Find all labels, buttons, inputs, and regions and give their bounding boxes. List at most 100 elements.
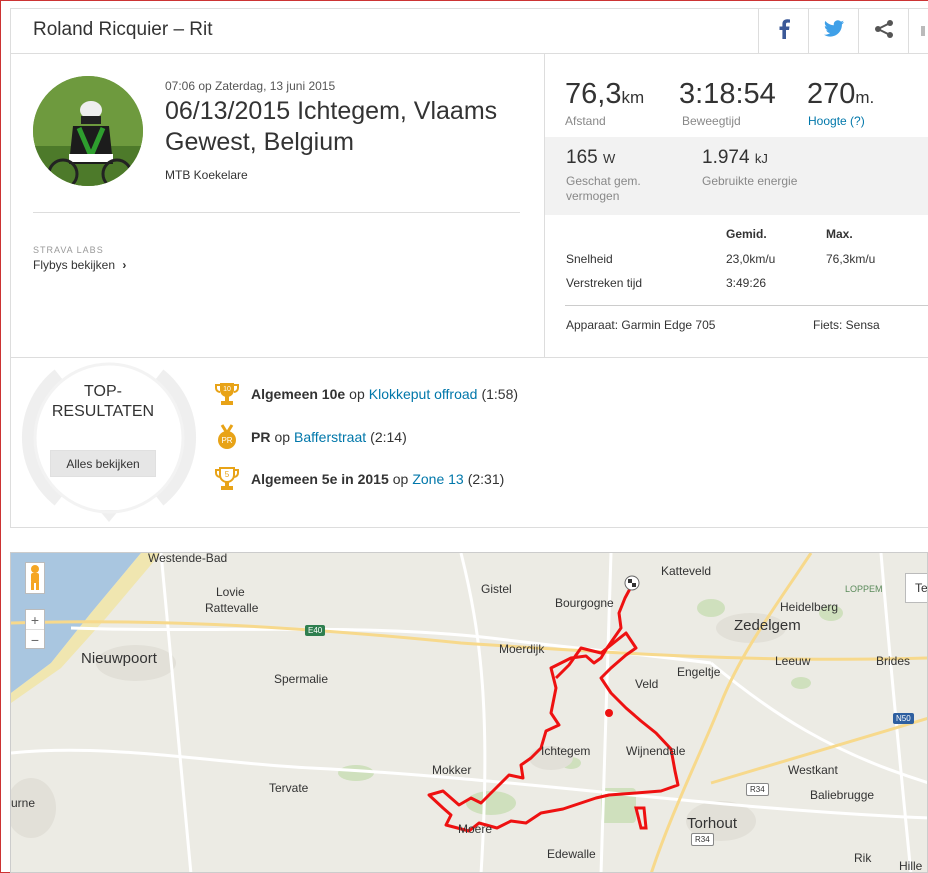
avatar[interactable] — [33, 76, 143, 186]
achievement-row: 10 Algemeen 10e op Klokkeput offroad (1:… — [214, 381, 518, 407]
elapsed-time-avg: 3:49:26 — [726, 276, 767, 290]
more-button[interactable] — [908, 9, 928, 53]
energy-number: 1.974 — [702, 147, 750, 168]
segment-link[interactable]: Bafferstraat — [294, 429, 366, 445]
share-icon — [874, 19, 894, 44]
segment-link[interactable]: Zone 13 — [412, 471, 463, 487]
elevation-help-link[interactable]: Hoogte (?) — [808, 114, 865, 128]
speed-avg: 23,0km/u — [726, 252, 776, 266]
map-place-label: Heidelberg — [780, 600, 839, 614]
more-icon — [920, 26, 925, 36]
map-place-label: Nieuwpoort — [81, 650, 157, 667]
road-sign: R34 — [746, 783, 769, 796]
map-place-label: Spermalie — [274, 672, 329, 686]
power-label: Geschat gem. vermogen — [566, 174, 641, 203]
map-place-label: Wijnendale — [626, 744, 686, 758]
device-info: Apparaat: Garmin Edge 705 — [566, 318, 716, 332]
elapsed-time-label: Verstreken tijd — [566, 276, 643, 290]
facebook-share-button[interactable] — [758, 9, 808, 53]
map-place-label: Rik — [854, 851, 872, 865]
distance-number: 76,3 — [565, 78, 622, 110]
map-place-label: Westende-Bad — [148, 552, 228, 565]
map-place-label: Rattevalle — [205, 601, 259, 615]
power-unit: W — [602, 151, 616, 166]
distance-value: 76,3km — [565, 78, 644, 111]
achievement-row: 5 Algemeen 5e in 2015 op Zone 13 (2:31) — [214, 466, 504, 492]
bike-info: Fiets: Sensa — [813, 318, 880, 332]
facebook-icon — [778, 18, 790, 44]
route-map[interactable]: Westende-Bad Lovie Rattevalle Gistel Kat… — [10, 552, 928, 873]
achievement-op: op — [392, 471, 409, 487]
achievement-rank: PR — [251, 429, 271, 445]
map-place-label: Lovie — [216, 585, 245, 599]
speed-label: Snelheid — [566, 252, 613, 266]
moving-time-label: Beweegtijd — [682, 114, 741, 128]
road-sign: R34 — [691, 833, 714, 846]
route-line — [427, 584, 680, 833]
see-all-button[interactable]: Alles bekijken — [50, 450, 156, 477]
zoom-out-button[interactable]: − — [26, 630, 44, 650]
table-divider — [565, 305, 928, 306]
moving-time-value: 3:18:54 — [679, 78, 776, 110]
finish-flag-icon — [624, 575, 640, 591]
map-place-label: Zedelgem — [734, 617, 801, 634]
distance-label: Afstand — [565, 114, 606, 128]
road-sign: E40 — [305, 625, 326, 636]
map-place-label: Veld — [635, 677, 659, 691]
achievement-time: (2:31) — [467, 471, 505, 487]
activity-summary: 07:06 op Zaterdag, 13 juni 2015 06/13/20… — [10, 54, 928, 358]
power-energy-box: 165 W Geschat gem. vermogen 1.974 kJ Geb… — [545, 137, 928, 215]
achievement-rank: Algemeen 5e in 2015 — [251, 471, 389, 487]
map-place-label: Moere — [458, 822, 493, 836]
chevron-right-icon: › — [122, 258, 127, 272]
zoom-control: + − — [25, 609, 45, 649]
map-place-label: LOPPEM — [845, 584, 883, 594]
activity-title[interactable]: 06/13/2015 Ichtegem, Vlaams Gewest, Belg… — [165, 96, 535, 158]
twitter-share-button[interactable] — [808, 9, 858, 53]
top-results-title: TOP-RESULTATEN — [51, 383, 155, 420]
activity-club[interactable]: MTB Koekelare — [165, 168, 248, 182]
trophy-rank: 5 — [225, 470, 230, 479]
activity-header: Roland Ricquier – Rit — [10, 8, 928, 54]
map-place-label: Mokker — [432, 763, 472, 777]
zoom-in-button[interactable]: + — [26, 610, 44, 630]
road-sign: N50 — [893, 713, 914, 724]
trophy-icon: 10 — [215, 383, 239, 405]
energy-value: 1.974 kJ — [702, 147, 768, 169]
map-place-label: Gistel — [481, 582, 512, 596]
strava-labs-label: STRAVA LABS — [33, 245, 104, 255]
flybys-link[interactable]: Flybys bekijken › — [33, 258, 126, 272]
speed-max: 76,3km/u — [826, 252, 876, 266]
power-number: 165 — [566, 147, 598, 168]
distance-unit: km — [621, 88, 645, 107]
medal-label: PR — [221, 436, 232, 445]
achievement-op: op — [274, 429, 291, 445]
map-place-label: Katteveld — [661, 564, 712, 578]
elevation-number: 270 — [807, 78, 856, 110]
pr-medal-icon: PR — [218, 424, 236, 449]
avg-header: Gemid. — [726, 227, 767, 241]
map-type-button[interactable]: Te — [905, 573, 927, 603]
top-results-section: TOP-RESULTATEN Alles bekijken 10 Algemee… — [10, 358, 928, 528]
achievement-row: PR PR op Bafferstraat (2:14) — [214, 424, 407, 450]
share-button[interactable] — [858, 9, 908, 53]
flybys-label: Flybys bekijken — [33, 258, 116, 272]
achievement-time: (2:14) — [370, 429, 407, 445]
map-place-label: Torhout — [687, 815, 738, 832]
map-place-label: Bourgogne — [555, 596, 614, 610]
map-place-label: Leeuw — [775, 654, 811, 668]
twitter-icon — [823, 20, 844, 42]
power-value: 165 W — [566, 147, 615, 169]
stats-panel: 76,3km Afstand 3:18:54 Beweegtijd 270m. … — [544, 54, 928, 358]
segment-link[interactable]: Klokkeput offroad — [369, 386, 478, 402]
activity-date: 07:06 op Zaterdag, 13 juni 2015 — [165, 79, 336, 93]
energy-label: Gebruikte energie — [702, 174, 798, 188]
energy-unit: kJ — [754, 151, 768, 166]
map-place-label: Tervate — [269, 781, 309, 795]
street-view-pegman[interactable] — [25, 562, 45, 594]
map-place-label: Edewalle — [547, 847, 596, 861]
page-title: Roland Ricquier – Rit — [33, 19, 213, 40]
achievement-time: (1:58) — [481, 386, 519, 402]
map-place-label: Hille — [899, 859, 923, 873]
map-place-label: Baliebrugge — [810, 788, 875, 802]
